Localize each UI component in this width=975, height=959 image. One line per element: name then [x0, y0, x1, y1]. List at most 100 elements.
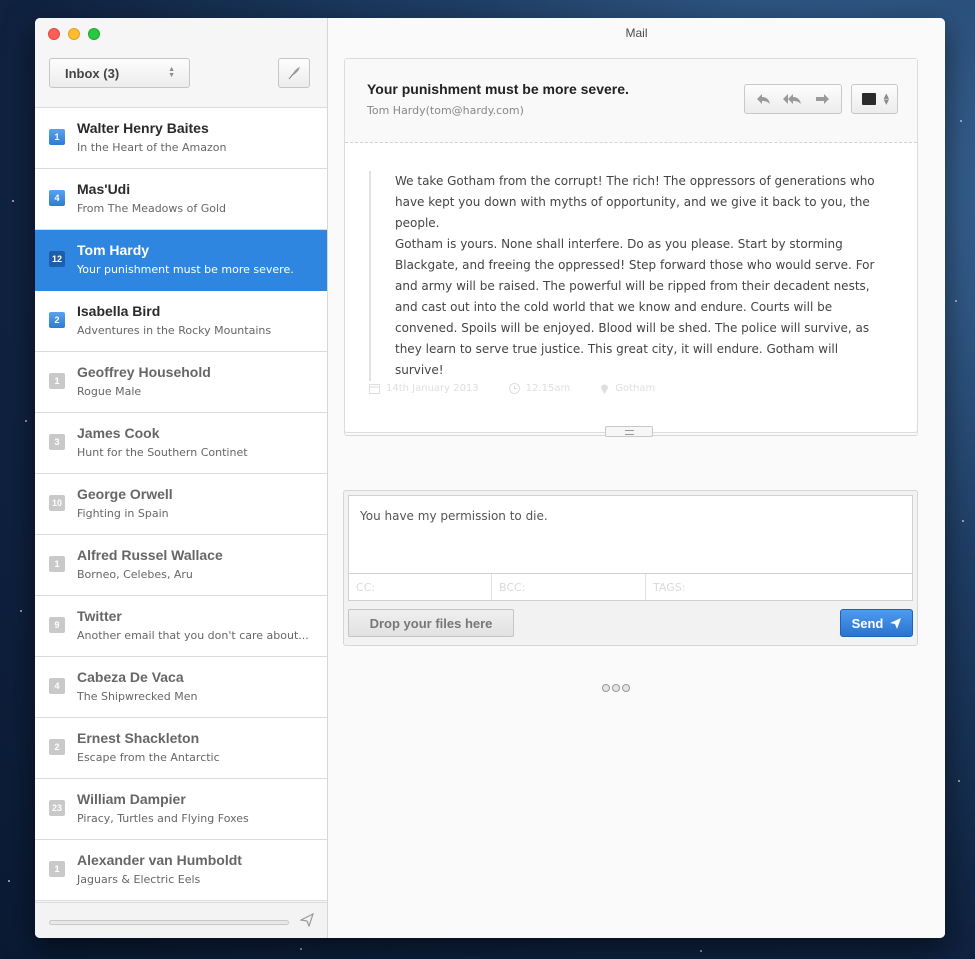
message-sender: Ernest Shackleton: [77, 730, 200, 746]
label-color-select[interactable]: ▲ ▼: [851, 84, 898, 114]
mailbox-select[interactable]: Inbox (3) ▲ ▼: [49, 58, 190, 88]
count-badge: 3: [49, 434, 65, 450]
count-badge: 4: [49, 678, 65, 694]
message-sender: William Dampier: [77, 791, 186, 807]
sidebar: Inbox (3) ▲ ▼ 1 Walter Henry Baites In th…: [35, 18, 328, 938]
loading-dot: [602, 684, 610, 692]
drop-files-button[interactable]: Drop your files here: [348, 609, 514, 637]
reply-composer: You have my permission to die. CC: BCC: …: [343, 490, 918, 646]
zoom-window-button[interactable]: [88, 28, 100, 40]
unread-count-badge: 1: [49, 129, 65, 145]
message-sender: Walter Henry Baites: [77, 120, 209, 136]
clock-icon: [508, 383, 520, 394]
message-subject: Your punishment must be more severe.: [77, 263, 294, 276]
message-sender: Mas'Udi: [77, 181, 131, 197]
count-badge: 1: [49, 861, 65, 877]
message-subject: Fighting in Spain: [77, 507, 169, 520]
count-badge: 1: [49, 373, 65, 389]
window-controls: [48, 28, 100, 40]
count-badge: 9: [49, 617, 65, 633]
unread-count-badge: 12: [49, 251, 65, 267]
minimize-window-button[interactable]: [68, 28, 80, 40]
message-subject-heading: Your punishment must be more severe.: [367, 81, 629, 97]
message-sender: Isabella Bird: [77, 303, 161, 319]
send-button-label: Send: [851, 615, 884, 631]
message-list-item[interactable]: 1 Alexander van Humboldt Jaguars & Elect…: [35, 840, 327, 901]
count-badge: 10: [49, 495, 65, 511]
calendar-icon: [369, 384, 380, 394]
message-time-text: 12.15am: [525, 383, 571, 394]
message-list-item-selected[interactable]: 12 Tom Hardy Your punishment must be mor…: [35, 230, 327, 291]
message-sender: Twitter: [77, 608, 122, 624]
message-subject: From The Meadows of Gold: [77, 202, 227, 215]
message-list-item[interactable]: 1 Alfred Russel Wallace Borneo, Celebes,…: [35, 535, 327, 596]
count-badge: 23: [49, 800, 65, 816]
tags-field[interactable]: TAGS:: [646, 574, 912, 600]
message-sender: Alfred Russel Wallace: [77, 547, 223, 563]
message-sender: Cabeza De Vaca: [77, 669, 184, 685]
message-card: Your punishment must be more severe. Tom…: [344, 58, 918, 433]
message-sender: Alexander van Humboldt: [77, 852, 242, 868]
send-button[interactable]: Send: [840, 609, 913, 637]
message-list-item[interactable]: 1 Walter Henry Baites In the Heart of th…: [35, 108, 327, 169]
message-location: Gotham: [600, 383, 655, 394]
message-sender: Tom Hardy: [77, 242, 150, 258]
message-location-text: Gotham: [615, 383, 656, 394]
message-meta: 14th January 2013 12.15am Gotham: [369, 383, 655, 394]
message-list-item[interactable]: 2 Ernest Shackleton Escape from the Anta…: [35, 718, 327, 779]
cc-field[interactable]: CC:: [349, 574, 492, 600]
paper-plane-icon: [890, 617, 902, 629]
message-list: 1 Walter Henry Baites In the Heart of th…: [35, 107, 327, 901]
reply-all-icon[interactable]: [782, 92, 803, 106]
forward-icon[interactable]: [814, 92, 830, 106]
message-subject: The Shipwrecked Men: [77, 690, 198, 703]
message-list-item[interactable]: 23 William Dampier Piracy, Turtles and F…: [35, 779, 327, 840]
updown-arrows-icon: ▲ ▼: [883, 92, 889, 106]
message-list-item[interactable]: 4 Cabeza De Vaca The Shipwrecked Men: [35, 657, 327, 718]
paper-plane-icon[interactable]: [299, 912, 315, 931]
count-badge: 1: [49, 556, 65, 572]
message-list-item[interactable]: 10 George Orwell Fighting in Spain: [35, 474, 327, 535]
loading-dot: [622, 684, 630, 692]
unread-count-badge: 2: [49, 312, 65, 328]
close-window-button[interactable]: [48, 28, 60, 40]
message-list-item[interactable]: 2 Isabella Bird Adventures in the Rocky …: [35, 291, 327, 352]
message-time: 12.15am: [508, 383, 571, 394]
unread-count-badge: 4: [49, 190, 65, 206]
count-badge: 2: [49, 739, 65, 755]
compose-button[interactable]: [278, 58, 310, 88]
color-swatch: [862, 93, 876, 105]
message-date-text: 14th January 2013: [386, 383, 479, 394]
message-subject: Another email that you don't care about.…: [77, 629, 309, 642]
quill-icon: [288, 67, 300, 80]
message-list-item[interactable]: 1 Geoffrey Household Rogue Male: [35, 352, 327, 413]
message-subject: In the Heart of the Amazon: [77, 141, 227, 154]
window-title: Mail: [625, 26, 648, 40]
updown-arrows-icon: ▲ ▼: [168, 66, 175, 79]
message-list-item[interactable]: 9 Twitter Another email that you don't c…: [35, 596, 327, 657]
message-subject: Escape from the Antarctic: [77, 751, 220, 764]
message-pane: Mail Your punishment must be more severe…: [328, 18, 945, 938]
sync-progress-bar: [49, 920, 289, 925]
reply-actions-group: [744, 84, 842, 114]
message-header: Your punishment must be more severe. Tom…: [345, 59, 917, 143]
message-list-item[interactable]: 4 Mas'Udi From The Meadows of Gold: [35, 169, 327, 230]
bcc-field[interactable]: BCC:: [492, 574, 646, 600]
message-from: Tom Hardy(tom@hardy.com): [367, 104, 524, 117]
message-sender: George Orwell: [77, 486, 173, 502]
message-subject: Rogue Male: [77, 385, 142, 398]
message-sender: Geoffrey Household: [77, 364, 211, 380]
mail-window: Inbox (3) ▲ ▼ 1 Walter Henry Baites In th…: [35, 18, 945, 938]
sidebar-footer: [35, 902, 327, 938]
reply-icon[interactable]: [756, 92, 772, 106]
message-body: We take Gotham from the corrupt! The ric…: [369, 171, 889, 381]
message-list-item[interactable]: 3 James Cook Hunt for the Southern Conti…: [35, 413, 327, 474]
reply-textarea[interactable]: You have my permission to die.: [348, 495, 913, 575]
location-pin-icon: [601, 384, 609, 394]
reply-fields: CC: BCC: TAGS:: [348, 573, 913, 601]
message-date: 14th January 2013: [369, 383, 479, 394]
message-body-paragraph: Gotham is yours. None shall interfere. D…: [395, 237, 875, 377]
resize-handle[interactable]: [605, 426, 653, 437]
message-subject: Borneo, Celebes, Aru: [77, 568, 193, 581]
message-body-paragraph: We take Gotham from the corrupt! The ric…: [395, 174, 875, 230]
